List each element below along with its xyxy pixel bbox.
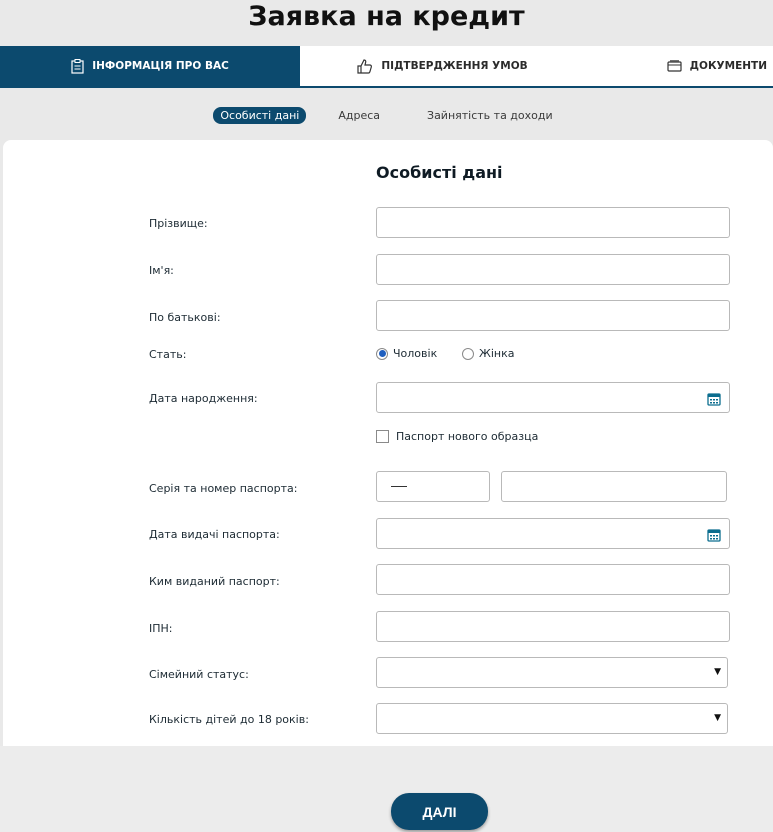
birth-date-input[interactable] xyxy=(376,382,730,413)
tab-label: ІНФОРМАЦІЯ ПРО ВАС xyxy=(92,60,229,72)
documents-icon xyxy=(667,60,682,72)
surname-input[interactable] xyxy=(376,207,730,238)
name-input[interactable] xyxy=(376,254,730,285)
passport-issuer-label: Ким виданий паспорт: xyxy=(149,575,280,588)
marital-status-label: Сімейний статус: xyxy=(149,668,249,681)
children-select[interactable]: ▼ xyxy=(376,703,728,734)
passport-issue-date-label: Дата видачі паспорта: xyxy=(149,528,280,541)
next-button[interactable]: ДАЛІ xyxy=(391,793,488,830)
patronymic-input[interactable] xyxy=(376,300,730,331)
radio-dot xyxy=(376,347,388,360)
chevron-down-icon: ▼ xyxy=(714,713,721,723)
passport-number-label: Серія та номер паспорта: xyxy=(149,482,298,495)
calendar-icon[interactable] xyxy=(707,391,721,410)
subtab-employment[interactable]: Зайнятість та доходи xyxy=(420,107,560,124)
gender-male-radio[interactable]: Чоловік xyxy=(376,347,437,360)
tab-documents[interactable]: ДОКУМЕНТИ xyxy=(585,46,773,86)
passport-number-input[interactable] xyxy=(501,471,727,502)
radio-label: Жінка xyxy=(479,347,515,360)
tab-label: ПІДТВЕРДЖЕННЯ УМОВ xyxy=(381,60,528,72)
gender-label: Стать: xyxy=(149,348,187,361)
tab-label: ДОКУМЕНТИ xyxy=(689,60,767,72)
section-title: Особисті дані xyxy=(376,163,503,182)
radio-dot xyxy=(462,347,474,360)
tax-id-input[interactable] xyxy=(376,611,730,642)
tab-about-you[interactable]: ІНФОРМАЦІЯ ПРО ВАС xyxy=(0,46,300,86)
checkbox-box xyxy=(376,430,389,443)
gender-female-radio[interactable]: Жінка xyxy=(462,347,514,360)
footer-band xyxy=(0,746,773,832)
step-tabs: ІНФОРМАЦІЯ ПРО ВАС ПІДТВЕРДЖЕННЯ УМОВ ДО… xyxy=(0,46,773,88)
marital-status-select[interactable]: ▼ xyxy=(376,657,728,688)
passport-series-input[interactable] xyxy=(376,471,490,502)
thumbs-up-icon xyxy=(357,58,373,74)
surname-label: Прізвище: xyxy=(149,217,208,230)
name-label: Ім'я: xyxy=(149,264,174,277)
subtab-address[interactable]: Адреса xyxy=(331,107,387,124)
new-passport-checkbox[interactable]: Паспорт нового образца xyxy=(376,430,538,443)
tax-id-label: ІПН: xyxy=(149,622,173,635)
birth-date-label: Дата народження: xyxy=(149,392,258,405)
clipboard-icon xyxy=(71,58,84,74)
patronymic-label: По батькові: xyxy=(149,311,221,324)
subtab-personal[interactable]: Особисті дані xyxy=(213,106,307,124)
subtabs: Особисті дані Адреса Зайнятість та доход… xyxy=(0,104,773,126)
passport-issuer-input[interactable] xyxy=(376,564,730,595)
children-label: Кількість дітей до 18 років: xyxy=(149,713,309,726)
mask-dash xyxy=(391,486,407,487)
page-title: Заявка на кредит xyxy=(248,1,525,32)
passport-issue-date-input[interactable] xyxy=(376,518,730,549)
checkbox-label: Паспорт нового образца xyxy=(396,430,539,443)
chevron-down-icon: ▼ xyxy=(714,667,721,677)
radio-label: Чоловік xyxy=(393,347,438,360)
tab-confirm-terms[interactable]: ПІДТВЕРДЖЕННЯ УМОВ xyxy=(300,46,585,86)
calendar-icon[interactable] xyxy=(707,527,721,546)
